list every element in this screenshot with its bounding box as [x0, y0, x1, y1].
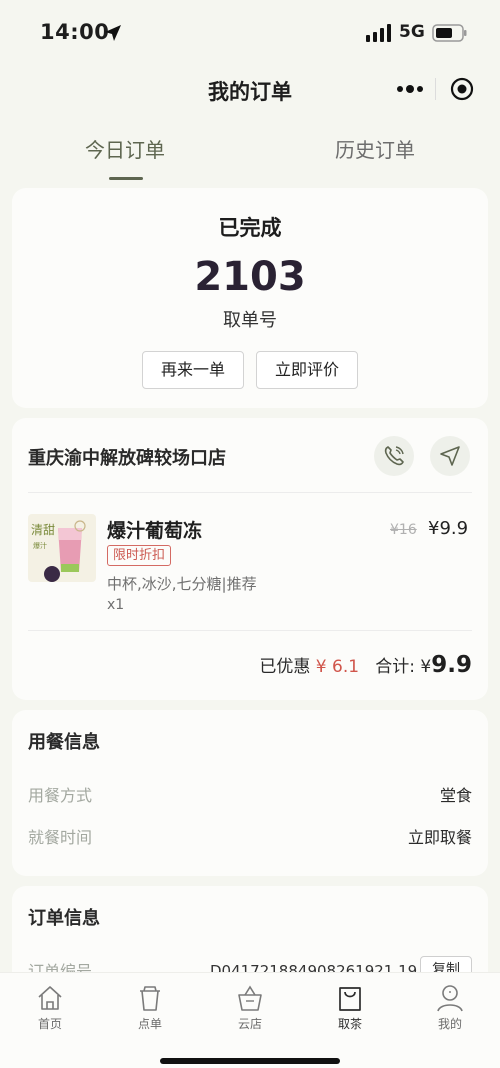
- pickup-number: 2103: [194, 254, 306, 300]
- order-status-card: 已完成 2103 取单号 再来一单 立即评价: [12, 188, 488, 408]
- total-value: 9.9: [431, 652, 472, 678]
- tab-pickup-label: 取茶: [337, 1017, 362, 1031]
- home-indicator: [160, 1058, 340, 1064]
- order-summary: 已优惠 ¥ 6.1 合计: ¥9.9: [259, 652, 472, 678]
- tab-profile-label: 我的: [437, 1017, 462, 1031]
- tab-cloud-store-label: 云店: [237, 1017, 262, 1031]
- tab-home[interactable]: 首页: [0, 983, 100, 1032]
- reorder-button[interactable]: 再来一单: [142, 351, 244, 389]
- profile-icon: [437, 985, 463, 1012]
- bottom-tab-bar: 首页 点单 云店 取茶 我的: [0, 972, 500, 1068]
- signal-icon: [366, 24, 391, 42]
- order-status-text: 已完成: [218, 216, 282, 240]
- dining-time-value: 立即取餐: [407, 828, 472, 847]
- dining-time-label: 就餐时间: [28, 828, 93, 847]
- summary-divider: [28, 630, 472, 631]
- product-image[interactable]: 清甜 爆汁: [28, 514, 96, 582]
- tab-today-orders[interactable]: 今日订单: [0, 134, 250, 163]
- nav-bar: 我的订单: [0, 66, 500, 116]
- battery-icon: [432, 24, 467, 42]
- dining-method-label: 用餐方式: [28, 786, 93, 805]
- bag-icon: [339, 987, 361, 1011]
- status-bar: 14:00 5G: [0, 0, 500, 66]
- dining-info-card: 用餐信息 用餐方式 堂食 就餐时间 立即取餐: [12, 710, 488, 876]
- product-quantity: x1: [107, 597, 125, 613]
- review-button[interactable]: 立即评价: [256, 351, 358, 389]
- tab-history-orders[interactable]: 历史订单: [250, 134, 500, 163]
- store-name: 重庆渝中解放碑较场口店: [28, 448, 226, 469]
- product-image-caption-bottom: 爆汁: [33, 541, 47, 550]
- product-name: 爆汁葡萄冻: [107, 520, 203, 542]
- store-divider: [28, 492, 472, 493]
- product-image-caption-top: 清甜: [31, 523, 55, 537]
- tab-pickup[interactable]: 取茶: [300, 983, 400, 1032]
- navigate-store-button[interactable]: [430, 436, 470, 476]
- product-spec: 中杯,冰沙,七分糖|推荐: [107, 575, 257, 593]
- capsule-divider: [435, 78, 436, 100]
- tab-order[interactable]: 点单: [100, 983, 200, 1032]
- basket-icon: [238, 985, 262, 1011]
- home-icon: [38, 986, 62, 1010]
- status-time: 14:00: [40, 20, 110, 44]
- promo-tag: 限时折扣: [107, 545, 172, 566]
- order-info-title: 订单信息: [28, 908, 100, 929]
- total-currency: ¥: [420, 657, 432, 677]
- original-price: ¥16: [390, 522, 417, 538]
- mini-program-capsule: [388, 72, 484, 106]
- dining-method-value: 堂食: [439, 786, 472, 805]
- tab-profile[interactable]: 我的: [400, 983, 500, 1032]
- close-target-icon[interactable]: [450, 77, 474, 101]
- network-label: 5G: [399, 22, 425, 42]
- discount-label: 已优惠: [259, 657, 311, 677]
- tab-cloud-store[interactable]: 云店: [200, 983, 300, 1032]
- order-tabs: 今日订单 历史订单: [0, 126, 500, 182]
- store-order-card: 重庆渝中解放碑较场口店 清甜 爆汁 爆汁葡萄冻 限时折扣 中杯,冰沙,七分糖|推…: [12, 418, 488, 700]
- cup-icon: [140, 986, 160, 1011]
- call-store-button[interactable]: [374, 436, 414, 476]
- tab-home-label: 首页: [37, 1017, 62, 1031]
- tab-order-label: 点单: [137, 1017, 162, 1031]
- navigation-arrow-icon: [440, 446, 460, 466]
- discount-value: ¥ 6.1: [315, 657, 360, 677]
- sale-price: ¥9.9: [428, 518, 469, 539]
- dining-info-title: 用餐信息: [28, 732, 100, 753]
- active-tab-indicator: [109, 177, 143, 180]
- phone-icon: [384, 446, 404, 466]
- more-icon[interactable]: [396, 80, 424, 98]
- pickup-number-label: 取单号: [223, 310, 277, 331]
- location-arrow-icon: [105, 25, 121, 41]
- total-label: 合计:: [375, 657, 416, 677]
